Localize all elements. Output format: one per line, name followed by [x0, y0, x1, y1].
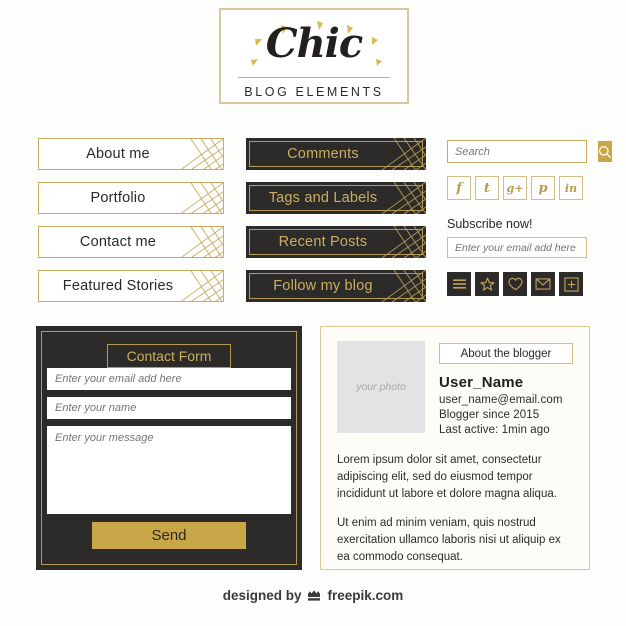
action-icon-row	[447, 272, 587, 296]
contact-name-input[interactable]	[47, 402, 291, 414]
nav-button-portfolio[interactable]: Portfolio	[38, 182, 224, 214]
brand-title: Chic	[265, 20, 363, 67]
nav-label: Follow my blog	[273, 278, 373, 294]
search-icon	[598, 145, 612, 158]
header-divider	[238, 77, 390, 78]
search-button[interactable]	[598, 141, 612, 162]
blogger-since: Blogger since 2015	[439, 409, 540, 421]
contact-message-input[interactable]	[47, 426, 291, 514]
plus-square-icon	[563, 276, 579, 292]
linkedin-icon[interactable]: in	[559, 176, 583, 200]
googleplus-icon[interactable]: g+	[503, 176, 527, 200]
blogger-email: user_name@email.com	[439, 394, 563, 406]
hatch-icon	[180, 227, 223, 257]
menu-icon	[452, 279, 466, 289]
footer-brand: freepik.com	[327, 588, 404, 603]
social-links: f t g+ p in	[447, 176, 587, 200]
footer-attribution: designed by freepik.com	[0, 588, 626, 603]
blogger-username: User_Name	[439, 374, 524, 391]
pinterest-icon[interactable]: p	[531, 176, 555, 200]
footer-prefix: designed by	[222, 588, 302, 603]
nav-label: Portfolio	[90, 190, 146, 206]
blogger-info: About the blogger User_Name user_name@em…	[439, 341, 573, 436]
nav-button-featured-stories[interactable]: Featured Stories	[38, 270, 224, 302]
brand-header: Chic BLOG ELEMENTS	[219, 8, 409, 104]
heart-icon	[507, 277, 523, 291]
dark-nav-column: Comments Tags and Labels Recent Posts Fo…	[246, 138, 426, 314]
nav-label: Contact me	[79, 234, 157, 250]
contact-email-input[interactable]	[47, 373, 291, 385]
envelope-icon	[535, 278, 551, 290]
menu-icon-button[interactable]	[447, 272, 471, 296]
light-nav-column: About me Portfolio Contact me Featured S…	[38, 138, 224, 314]
contact-form-panel: Contact Form Send	[36, 326, 302, 570]
blogger-paragraph-2: Ut enim ad minim veniam, quis nostrud ex…	[337, 517, 561, 564]
blogger-card: your photo About the blogger User_Name u…	[320, 326, 590, 570]
envelope-icon-button[interactable]	[531, 272, 555, 296]
nav-label: Comments	[287, 146, 359, 162]
right-rail: f t g+ p in Subscribe now!	[447, 140, 612, 296]
blogger-last-active: Last active: 1min ago	[439, 424, 550, 436]
nav-label: Featured Stories	[62, 278, 174, 294]
subscribe-field	[447, 237, 587, 258]
about-the-blogger-button[interactable]: About the blogger	[439, 343, 573, 364]
facebook-icon[interactable]: f	[447, 176, 471, 200]
nav-button-recent-posts[interactable]: Recent Posts	[246, 226, 426, 258]
subscribe-email-input[interactable]	[448, 241, 586, 254]
star-icon	[479, 277, 495, 291]
search-bar	[447, 140, 612, 163]
star-icon-button[interactable]	[475, 272, 499, 296]
contact-form-title: Contact Form	[107, 344, 231, 368]
plus-square-icon-button[interactable]	[559, 272, 583, 296]
brand-logo-area: Chic	[221, 13, 407, 75]
nav-button-tags-and-labels[interactable]: Tags and Labels	[246, 182, 426, 214]
header-subtitle: BLOG ELEMENTS	[244, 85, 384, 99]
blogger-paragraph-1: Lorem ipsum dolor sit amet, consectetur …	[337, 454, 557, 501]
subscribe-label: Subscribe now!	[447, 217, 533, 231]
nav-button-comments[interactable]: Comments	[246, 138, 426, 170]
heart-icon-button[interactable]	[503, 272, 527, 296]
twitter-icon[interactable]: t	[475, 176, 499, 200]
blogger-photo-placeholder: your photo	[337, 341, 425, 433]
blogger-bio: Lorem ipsum dolor sit amet, consectetur …	[337, 452, 573, 566]
nav-label: Tags and Labels	[268, 190, 378, 206]
nav-button-contact-me[interactable]: Contact me	[38, 226, 224, 258]
contact-name-field	[47, 397, 291, 419]
search-input[interactable]	[448, 141, 598, 162]
contact-message-field	[47, 426, 291, 514]
hatch-icon	[180, 139, 223, 169]
contact-email-field	[47, 368, 291, 390]
nav-label: Recent Posts	[278, 234, 368, 250]
nav-button-about-me[interactable]: About me	[38, 138, 224, 170]
freepik-logo-icon	[308, 589, 321, 601]
blogger-header: your photo About the blogger User_Name u…	[337, 341, 573, 436]
blog-elements-kit: Chic BLOG ELEMENTS About me Portfolio Co…	[0, 0, 626, 626]
nav-label: About me	[86, 146, 150, 162]
hatch-icon	[180, 183, 223, 213]
send-button[interactable]: Send	[92, 522, 246, 549]
nav-button-follow-my-blog[interactable]: Follow my blog	[246, 270, 426, 302]
